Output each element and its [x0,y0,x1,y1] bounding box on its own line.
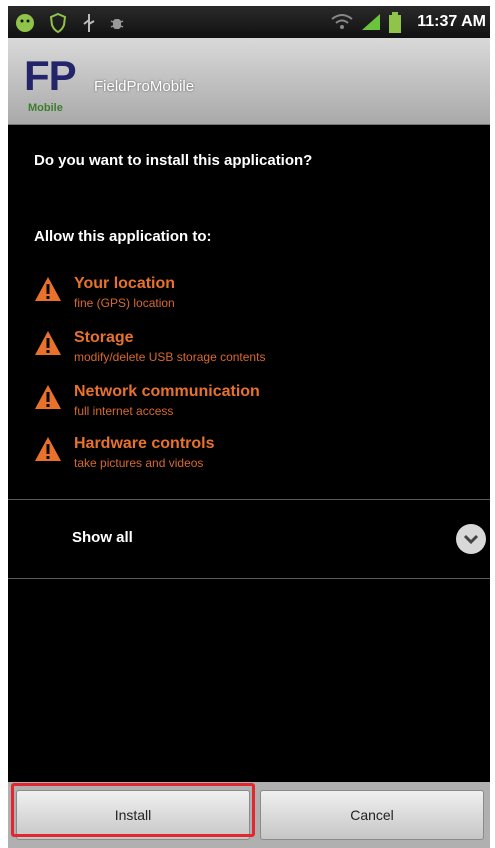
permission-description: fine (GPS) location [74,296,175,310]
permission-title: Hardware controls [74,435,215,452]
permission-item: Storage modify/delete USB storage conten… [34,329,474,374]
app-logo: FP [24,52,77,99]
show-all-row[interactable]: Show all [8,500,490,578]
warning-icon [35,437,61,461]
app-header: FP Mobile FieldProMobile [8,38,490,125]
status-time: 11:37 AM [417,13,486,30]
divider [8,578,490,579]
status-bar: 11:37 AM [8,6,490,38]
wifi-icon [331,14,353,29]
warning-icon [35,385,61,409]
app-logo-subtext: Mobile [28,102,63,114]
warning-icon [35,277,61,301]
show-all-label: Show all [72,529,133,546]
android-icon [16,14,34,32]
chevron-down-icon[interactable] [456,524,486,554]
permission-description: full internet access [74,404,174,418]
permission-item: Network communication full internet acce… [34,383,474,428]
install-question: Do you want to install this application? [34,152,313,169]
signal-icon [362,14,380,30]
battery-icon [389,12,401,33]
usb-icon [83,14,95,32]
install-screen: 11:37 AM FP Mobile FieldProMobile Do you… [8,6,490,848]
permission-description: take pictures and videos [74,456,204,470]
shield-icon [49,12,67,34]
allow-label: Allow this application to: [34,228,212,245]
install-highlight [11,783,255,837]
debug-icon [110,19,124,29]
permission-description: modify/delete USB storage contents [74,350,266,364]
permission-item: Hardware controls take pictures and vide… [34,435,474,480]
warning-icon [35,331,61,355]
permission-title: Network communication [74,383,260,400]
permission-item: Your location fine (GPS) location [34,275,474,320]
permission-title: Your location [74,275,176,292]
permission-title: Storage [74,329,134,346]
cancel-button[interactable]: Cancel [260,790,484,840]
app-name: FieldProMobile [94,78,195,95]
